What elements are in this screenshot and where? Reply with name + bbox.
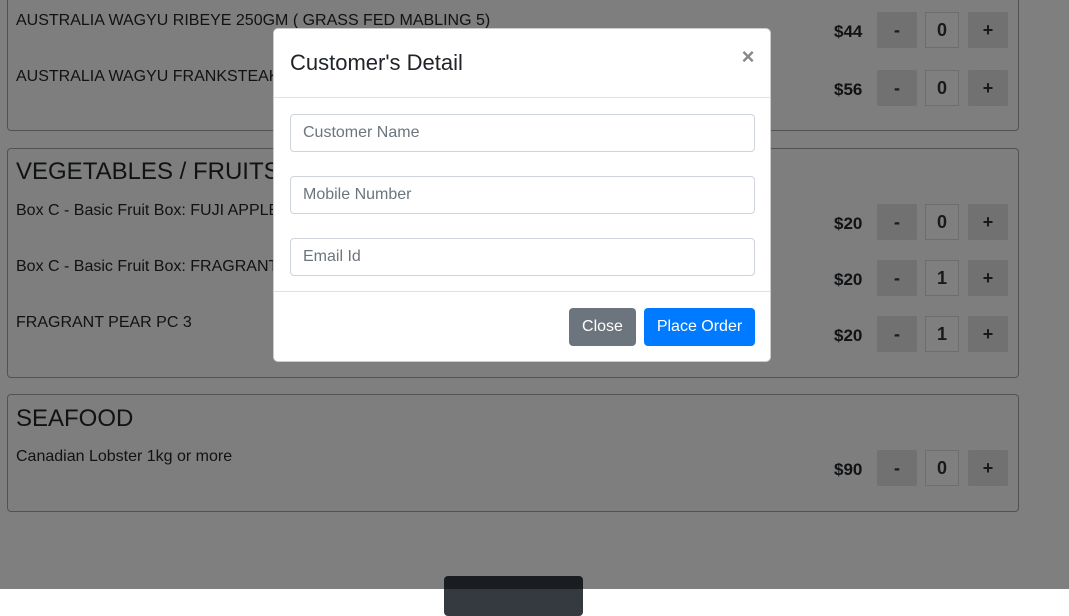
modal-footer: Close Place Order [274,291,770,362]
customer-name-input[interactable] [290,114,755,152]
email-input[interactable] [290,238,755,276]
modal-title: Customer's Detail [290,50,463,75]
close-button[interactable]: Close [569,308,636,346]
mobile-number-input[interactable] [290,176,755,214]
customer-detail-modal: Customer's Detail × Close Place Order [273,28,771,362]
modal-header: Customer's Detail × [274,29,770,98]
close-icon[interactable]: × [736,43,760,71]
place-order-button[interactable]: Place Order [644,308,755,346]
